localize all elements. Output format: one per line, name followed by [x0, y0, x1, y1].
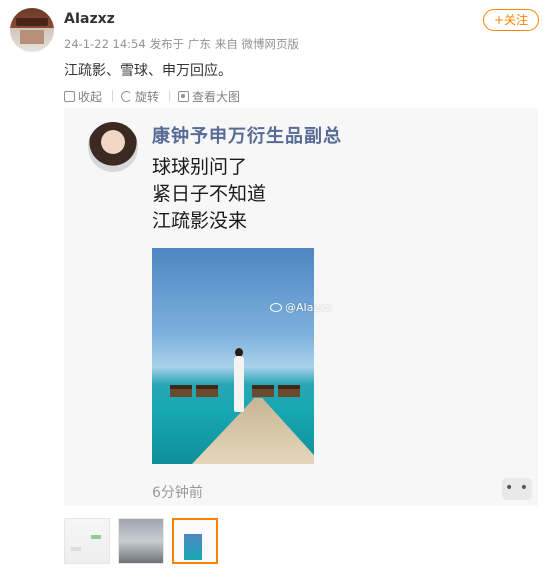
collapse-button[interactable]: 收起: [64, 88, 102, 104]
toolbar-divider: [169, 90, 171, 102]
thumbnail-mini-photo: [184, 534, 202, 560]
watermark: @AIazxz: [270, 301, 332, 314]
toolbar-divider: [112, 90, 114, 102]
water-villa: [252, 385, 274, 397]
collapse-label: 收起: [78, 89, 103, 104]
thumbnail-1[interactable]: [64, 518, 110, 564]
follow-button[interactable]: +关注: [483, 9, 539, 31]
water-villa: [278, 385, 300, 397]
chat-bubble-shape: [91, 535, 101, 539]
collapse-icon: [64, 90, 75, 102]
more-options-button[interactable]: • •: [502, 478, 532, 500]
avatar-wall-shape: [20, 30, 44, 44]
post-text: 江疏影、雪球、申万回应。: [64, 63, 232, 79]
water-villa: [196, 385, 218, 397]
chat-bubble-shape: [71, 547, 81, 551]
watermark-text: @AIazxz: [285, 301, 332, 314]
thumbnail-3[interactable]: [172, 518, 218, 564]
post-source[interactable]: 来自 微博网页版: [215, 37, 299, 51]
thumbnail-strip: [64, 518, 226, 566]
rotate-icon: [121, 90, 133, 102]
weibo-logo-icon: [270, 303, 282, 312]
magnify-icon: [178, 90, 190, 102]
expanded-image[interactable]: 康钟予申万衍生品副总 球球别问了 紧日子不知道 江疏影没来 @AIazxz 6分…: [64, 108, 538, 506]
rotate-button[interactable]: 旋转: [121, 88, 159, 104]
rotate-label: 旋转: [135, 89, 160, 104]
person-figure: [234, 356, 244, 412]
card-avatar: [88, 122, 138, 172]
card-time-ago: 6分钟前: [152, 485, 203, 501]
thumbnail-2[interactable]: [118, 518, 164, 564]
view-large-button[interactable]: 查看大图: [178, 88, 240, 104]
image-toolbar: 收起 旋转 查看大图: [64, 88, 242, 104]
card-line-3: 江疏影没来: [152, 210, 248, 232]
card-text: 球球别问了 紧日子不知道 江疏影没来: [152, 154, 266, 235]
post-date: 24-1-22 14:54: [64, 37, 146, 51]
wechat-moment-card: 康钟予申万衍生品副总 球球别问了 紧日子不知道 江疏影没来 @AIazxz 6分…: [64, 108, 538, 506]
water-villa: [170, 385, 192, 397]
posted-from: 发布于 广东: [149, 37, 211, 51]
view-large-label: 查看大图: [192, 89, 241, 104]
avatar-roof-shape: [16, 18, 48, 26]
beach-photo: [152, 248, 314, 464]
card-line-1: 球球别问了: [152, 156, 248, 178]
pier: [192, 398, 314, 464]
user-avatar[interactable]: [10, 8, 54, 52]
post-meta: 24-1-22 14:54 发布于 广东 来自 微博网页版: [64, 36, 303, 52]
card-line-2: 紧日子不知道: [152, 183, 267, 205]
card-author-name: 康钟予申万衍生品副总: [152, 126, 342, 147]
weibo-post: AIazxz 24-1-22 14:54 发布于 广东 来自 微博网页版 +关注 江…: [0, 0, 550, 578]
username[interactable]: AIazxz: [64, 11, 115, 27]
